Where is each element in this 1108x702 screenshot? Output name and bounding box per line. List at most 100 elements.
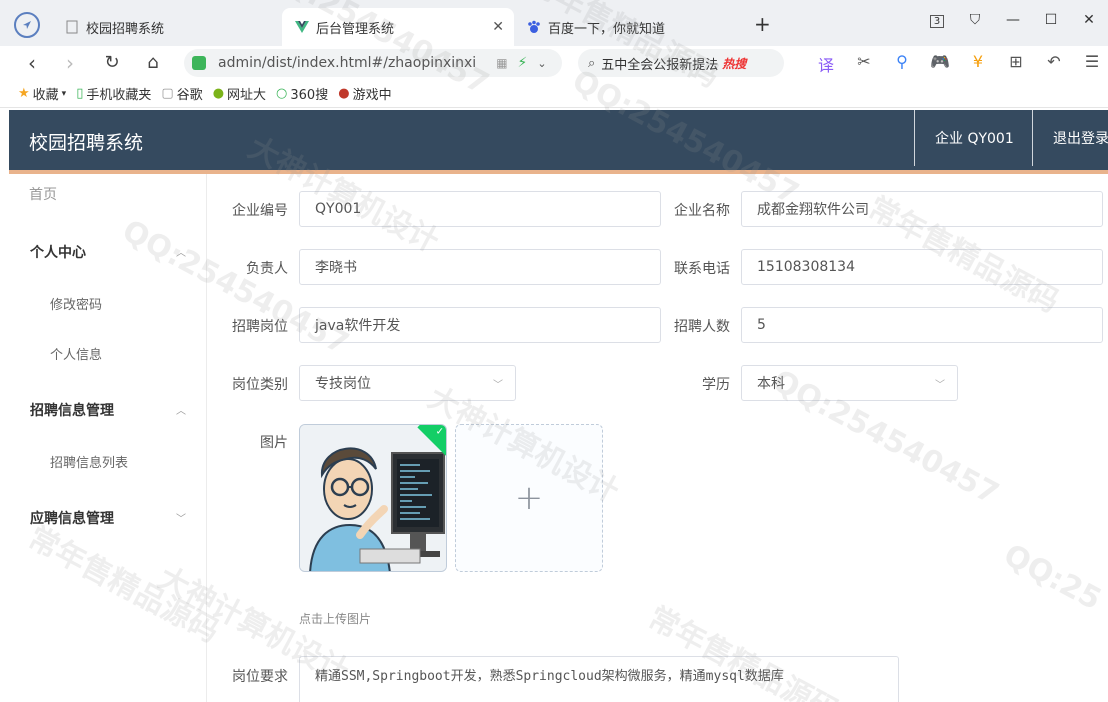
browser-compass-icon[interactable] <box>14 12 40 38</box>
upload-hint: 点击上传图片 <box>299 612 372 626</box>
menu-icon[interactable]: ☰ <box>1082 52 1102 76</box>
position-field[interactable]: java软件开发 <box>299 307 661 343</box>
chevron-down-icon[interactable]: ﹀ <box>176 510 186 525</box>
bookmark-mobile[interactable]: ▯ 手机收藏夹 <box>76 84 151 103</box>
company-id-field[interactable]: QY001 <box>299 191 661 227</box>
window-close-icon[interactable]: ✕ <box>1070 8 1108 32</box>
tab-title: 校园招聘系统 <box>86 21 165 37</box>
magnifier-icon[interactable]: ⚲ <box>892 52 912 76</box>
phone-label: 联系电话 <box>674 261 730 277</box>
window-controls: 3 ⛉ — ☐ ✕ <box>918 8 1108 32</box>
sidebar-item-profile[interactable]: 个人信息 <box>50 344 102 363</box>
sidebar: 首页 个人中心 ︿ 修改密码 个人信息 招聘信息管理 ︿ 招聘信息列表 应聘信息… <box>9 174 207 702</box>
grid-icon[interactable]: ⊞ <box>1006 52 1026 76</box>
plus-icon: + <box>514 478 544 518</box>
sidebar-item-change-password[interactable]: 修改密码 <box>50 294 102 313</box>
home-icon[interactable]: ⌂ <box>141 51 165 75</box>
page-title: 校园招聘系统 <box>29 132 144 154</box>
check-icon: ✓ <box>435 426 444 438</box>
manager-label: 负责人 <box>246 261 288 277</box>
company-name-field[interactable]: 成都金翔软件公司 <box>741 191 1103 227</box>
close-icon[interactable]: ✕ <box>492 19 504 35</box>
chevron-up-icon[interactable]: ︿ <box>176 244 186 259</box>
vue-logo-icon <box>294 19 310 35</box>
undo-icon[interactable]: ↶ <box>1044 52 1064 76</box>
lightning-icon[interactable]: ⚡ <box>518 55 528 71</box>
bookmark-label: 手机收藏夹 <box>86 88 152 103</box>
phone-icon: ▯ <box>76 86 84 101</box>
browser-tab-3[interactable]: 百度一下，你就知道 <box>520 8 740 46</box>
browser-tab-1[interactable]: 校园招聘系统 <box>56 8 274 46</box>
url-field[interactable]: admin/dist/index.html#/zhaopinxinxi ▦ ⚡ … <box>184 49 562 77</box>
page-icon <box>64 19 80 35</box>
phone-field[interactable]: 15108308134 <box>741 249 1103 285</box>
headcount-field[interactable]: 5 <box>741 307 1103 343</box>
education-label: 学历 <box>702 377 730 393</box>
requirements-label: 岗位要求 <box>232 669 288 685</box>
forward-icon[interactable]: › <box>58 51 82 75</box>
education-select[interactable]: 本科 ﹀ <box>741 365 958 401</box>
bookmarks-bar: ★ 收藏 ▾ ▯ 手机收藏夹 ▢ 谷歌 ● 网址大 ○ 360搜 ● 游戏中 <box>0 80 1108 108</box>
bookmark-sites[interactable]: ● 网址大 <box>213 84 266 103</box>
globe-icon: ● <box>212 86 225 101</box>
reload-icon[interactable]: ↻ <box>100 51 124 75</box>
category-value: 专技岗位 <box>315 376 371 392</box>
sidebar-item-home[interactable]: 首页 <box>29 184 57 204</box>
bookmark-games[interactable]: ● 游戏中 <box>338 84 391 103</box>
recruitment-form: 企业编号 QY001 企业名称 成都金翔软件公司 负责人 李晓书 联系电话 15… <box>208 174 1108 702</box>
browser-tab-bar: 校园招聘系统 后台管理系统 ✕ 百度一下，你就知道 + 3 ⛉ — ☐ ✕ <box>0 0 1108 46</box>
current-user[interactable]: 企业 QY001 <box>914 110 1032 166</box>
logout-button[interactable]: 退出登录 <box>1032 110 1108 166</box>
browser-tab-2[interactable]: 后台管理系统 ✕ <box>282 8 514 46</box>
chevron-down-icon: ﹀ <box>935 379 945 391</box>
address-toolbar: ‹ › ↻ ⌂ admin/dist/index.html#/zhaopinxi… <box>0 46 1108 80</box>
tab-count: 3 <box>929 15 945 28</box>
sidebar-item-recruitment-list[interactable]: 招聘信息列表 <box>50 452 128 471</box>
image-upload-button[interactable]: + <box>455 424 603 572</box>
game-icon: ● <box>338 86 350 101</box>
sidebar-group-applications[interactable]: 应聘信息管理 <box>30 508 114 528</box>
bookmark-label: 360搜 <box>290 88 329 103</box>
category-label: 岗位类别 <box>232 377 288 393</box>
developer-illustration <box>300 425 446 571</box>
search-icon: ⌕ <box>588 55 596 71</box>
sidebar-group-personal[interactable]: 个人中心 <box>30 242 86 262</box>
page-icon: ▢ <box>161 86 174 101</box>
company-name-label: 企业名称 <box>674 203 730 219</box>
search-text: 五中全会公报新提法 <box>601 57 719 73</box>
search-input[interactable]: ⌕ 五中全会公报新提法 热搜 <box>578 49 784 77</box>
category-select[interactable]: 专技岗位 ﹀ <box>299 365 516 401</box>
sidebar-group-recruitment[interactable]: 招聘信息管理 <box>30 400 114 420</box>
hot-search-badge: 热搜 <box>722 56 747 71</box>
education-value: 本科 <box>757 376 785 392</box>
tab-title: 后台管理系统 <box>316 21 395 37</box>
qr-icon[interactable]: ▦ <box>496 56 507 70</box>
bookmark-label: 游戏中 <box>352 88 392 103</box>
manager-field[interactable]: 李晓书 <box>299 249 661 285</box>
bookmark-google[interactable]: ▢ 谷歌 <box>161 84 202 103</box>
back-icon[interactable]: ‹ <box>20 51 44 75</box>
bookmark-label: 收藏 <box>32 88 59 103</box>
secure-shield-icon <box>192 56 206 70</box>
requirements-textarea[interactable]: 精通SSM,Springboot开发，熟悉Springcloud架构微服务，精通… <box>299 656 899 702</box>
bookmark-favorites[interactable]: ★ 收藏 ▾ <box>18 84 66 103</box>
maximize-icon[interactable]: ☐ <box>1032 8 1070 32</box>
scissors-icon[interactable]: ✂ <box>854 52 874 76</box>
gamepad-icon[interactable]: 🎮 <box>930 52 950 76</box>
uploaded-image[interactable]: ✓ <box>299 424 447 572</box>
image-label: 图片 <box>260 435 288 451</box>
minimize-icon[interactable]: — <box>994 8 1032 32</box>
bookmark-360[interactable]: ○ 360搜 <box>276 84 328 103</box>
shirt-icon[interactable]: ⛉ <box>956 8 994 32</box>
company-id-label: 企业编号 <box>232 203 288 219</box>
translate-icon[interactable]: 译 <box>816 52 836 76</box>
url-text: admin/dist/index.html#/zhaopinxinxi <box>218 55 477 71</box>
chevron-up-icon[interactable]: ︿ <box>176 402 186 417</box>
chevron-down-icon[interactable]: ⌄ <box>537 57 546 70</box>
position-label: 招聘岗位 <box>232 319 288 335</box>
yen-shield-icon[interactable]: ¥ <box>968 52 988 76</box>
tab-count-badge[interactable]: 3 <box>918 8 956 32</box>
new-tab-icon[interactable]: + <box>754 12 771 36</box>
tab-title: 百度一下，你就知道 <box>548 21 666 37</box>
bookmark-label: 谷歌 <box>176 88 203 103</box>
